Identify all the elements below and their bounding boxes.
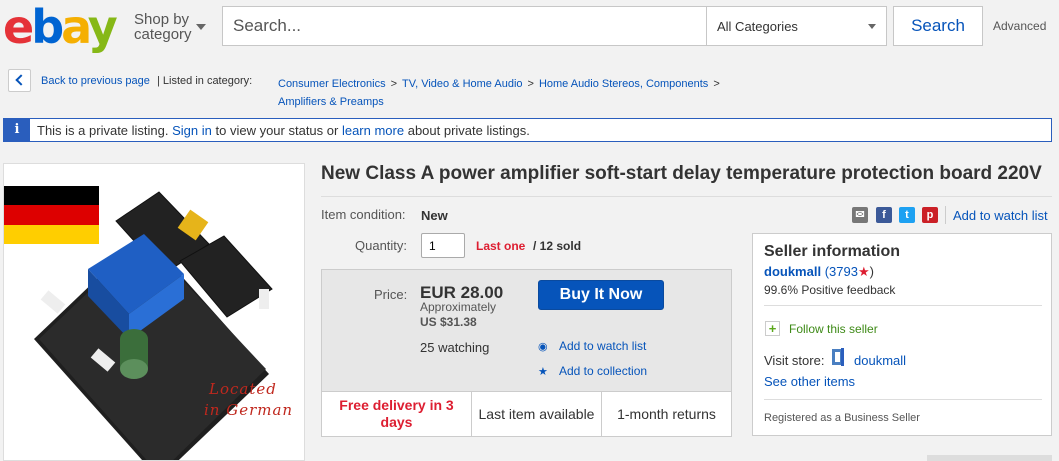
divider xyxy=(764,305,1042,306)
returns-feature: 1-month returns xyxy=(617,406,716,422)
header: ebay Shop by category All Categories Sea… xyxy=(0,0,1059,56)
registered-seller-label: Registered as a Business Seller xyxy=(764,412,920,424)
back-to-previous-link[interactable]: Back to previous page xyxy=(41,75,150,87)
caption-line: in German xyxy=(204,401,294,419)
logo-letter: e xyxy=(3,0,34,54)
private-notice-text: This is a private listing. Sign in to vi… xyxy=(37,123,530,138)
notice-text: to view your status or xyxy=(215,123,339,138)
located-in-german-caption: Located in German xyxy=(204,379,293,421)
logo-letter: a xyxy=(61,0,91,54)
breadcrumb-separator: > xyxy=(527,78,534,90)
condition-value: New xyxy=(421,208,448,223)
seller-name: doukmall (3793★) xyxy=(764,264,874,280)
price-box: Price: EUR 28.00 Approximately US $31.38… xyxy=(321,269,732,437)
facebook-icon[interactable]: f xyxy=(876,207,892,223)
breadcrumb-item[interactable]: Consumer Electronics xyxy=(278,78,386,90)
advanced-search-link[interactable]: Advanced xyxy=(993,19,1046,33)
breadcrumb-separator: > xyxy=(390,78,398,90)
sign-in-link[interactable]: Sign in xyxy=(172,123,212,138)
see-other-items-link[interactable]: See other items xyxy=(764,374,855,389)
divider xyxy=(321,196,1052,197)
ebay-logo[interactable]: ebay xyxy=(3,0,118,54)
learn-more-link[interactable]: learn more xyxy=(342,123,404,138)
store-name-link[interactable]: doukmall xyxy=(854,353,906,368)
last-one-badge: Last one xyxy=(476,239,526,253)
info-icon: i xyxy=(4,119,30,141)
item-title: New Class A power amplifier soft-start d… xyxy=(321,163,1042,184)
buy-it-now-button[interactable]: Buy It Now xyxy=(538,280,664,310)
breadcrumb: Consumer Electronics > TV, Video & Home Au… xyxy=(278,75,748,111)
partial-panel xyxy=(927,455,1052,461)
shop-by-label: Shop by xyxy=(134,11,190,28)
category-selected: All Categories xyxy=(717,19,798,34)
breadcrumb-item[interactable]: Amplifiers & Preamps xyxy=(278,96,384,108)
quantity-input[interactable] xyxy=(421,233,465,258)
price-label: Price: xyxy=(374,287,408,302)
product-image[interactable]: Located in German xyxy=(3,163,305,461)
eye-icon: ◉ xyxy=(538,341,548,353)
chevron-down-icon xyxy=(868,24,876,29)
condition-label: Item condition: xyxy=(321,207,406,222)
back-arrow-icon[interactable] xyxy=(8,69,31,92)
pinterest-icon[interactable]: p xyxy=(922,207,938,223)
watching-count: 25 watching xyxy=(420,340,490,355)
category-select[interactable]: All Categories xyxy=(706,7,886,45)
last-item-feature: Last item available xyxy=(472,392,602,436)
notice-text: This is a private listing. xyxy=(37,123,169,138)
seller-info-panel: Seller information doukmall (3793★) 99.6… xyxy=(752,233,1052,436)
seller-name-link[interactable]: doukmall xyxy=(764,264,821,279)
notice-text: about private listings. xyxy=(407,123,530,138)
email-icon[interactable]: ✉ xyxy=(852,207,868,223)
listed-in-label: | Listed in category: xyxy=(157,75,253,87)
search-bar: All Categories xyxy=(222,6,887,46)
add-to-collection-button[interactable]: ★ Add to collection xyxy=(538,364,647,378)
add-to-watch-list-link[interactable]: Add to watch list xyxy=(953,208,1048,223)
collection-label: Add to collection xyxy=(559,364,648,378)
free-delivery-feature: Free delivery in 3 days xyxy=(322,392,472,436)
twitter-icon[interactable]: t xyxy=(899,207,915,223)
follow-seller-link[interactable]: Follow this seller xyxy=(789,322,878,336)
search-button[interactable]: Search xyxy=(893,6,983,46)
seller-username: doukmall xyxy=(764,264,822,279)
positive-feedback: 99.6% Positive feedback xyxy=(764,283,896,297)
feedback-score-link[interactable]: (3793 xyxy=(825,264,858,279)
watch-list-label: Add to watch list xyxy=(559,339,647,353)
feature-strip: Free delivery in 3 days Last item availa… xyxy=(321,391,732,437)
visit-store-label: Visit store: xyxy=(764,353,825,368)
seller-info-title: Seller information xyxy=(764,243,901,260)
search-input[interactable] xyxy=(223,7,705,45)
feedback-close: ) xyxy=(869,264,874,279)
logo-letter: b xyxy=(31,0,64,54)
breadcrumb-separator: > xyxy=(713,78,720,90)
breadcrumb-item[interactable]: TV, Video & Home Audio xyxy=(402,78,522,90)
shop-by-label-2: category xyxy=(134,26,192,43)
add-to-watch-list-button[interactable]: ◉ Add to watch list xyxy=(538,339,646,353)
breadcrumb-item[interactable]: Home Audio Stereos, Components xyxy=(539,78,708,90)
private-listing-notice: i This is a private listing. Sign in to … xyxy=(3,118,1052,142)
shop-by-category-button[interactable]: Shop by category xyxy=(134,12,192,42)
star-icon: ★ xyxy=(538,366,548,378)
divider xyxy=(945,206,946,224)
store-icon xyxy=(832,348,844,366)
caption-line: Located xyxy=(209,380,277,398)
divider xyxy=(764,399,1042,400)
chevron-down-icon xyxy=(196,24,206,30)
quantity-label: Quantity: xyxy=(355,238,408,253)
approximately-label: Approximately xyxy=(420,300,497,314)
sold-count: / 12 sold xyxy=(533,239,582,253)
star-icon: ★ xyxy=(857,264,870,279)
logo-letter: y xyxy=(87,0,118,54)
plus-icon[interactable]: + xyxy=(765,321,780,336)
approx-usd-price: US $31.38 xyxy=(420,315,477,329)
